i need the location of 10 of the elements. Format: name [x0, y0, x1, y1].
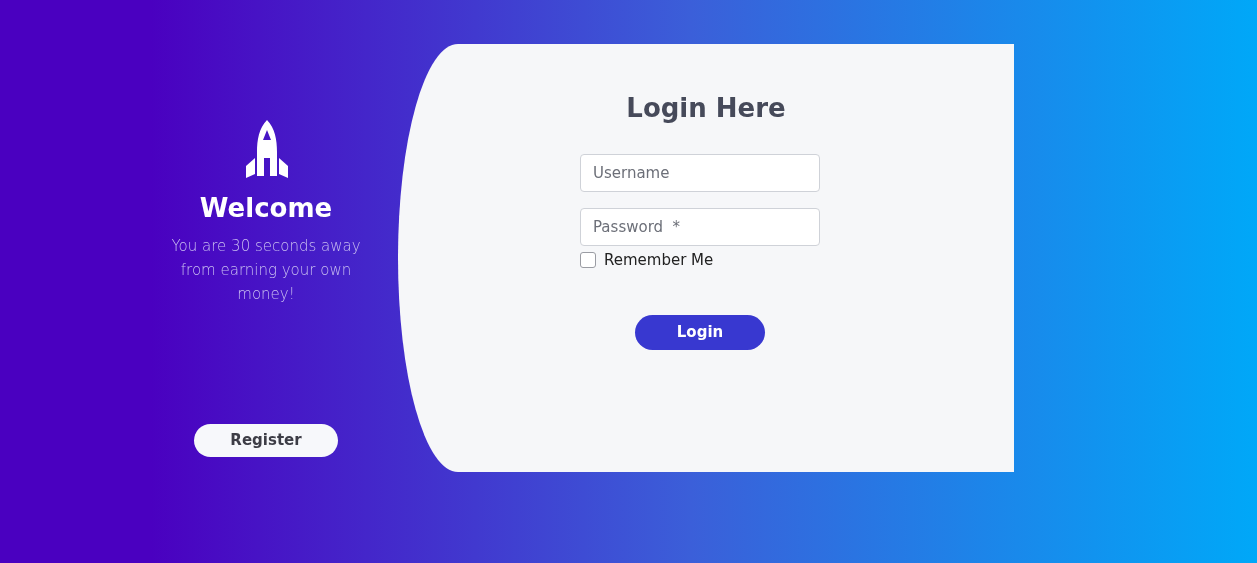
rocket-icon [244, 118, 290, 180]
input-field[interactable]: Password * [580, 208, 820, 246]
register-button[interactable]: Register [194, 424, 338, 457]
welcome-title: Welcome [199, 192, 333, 225]
login-title: Login Here [626, 92, 786, 125]
remember-label: Remember Me [604, 250, 714, 271]
login-button[interactable]: Login [635, 314, 765, 350]
checkbox[interactable] [580, 252, 596, 269]
input-field[interactable]: Username [580, 154, 820, 192]
welcome-message: You are 30 seconds away from earning your own money! [171, 236, 361, 305]
